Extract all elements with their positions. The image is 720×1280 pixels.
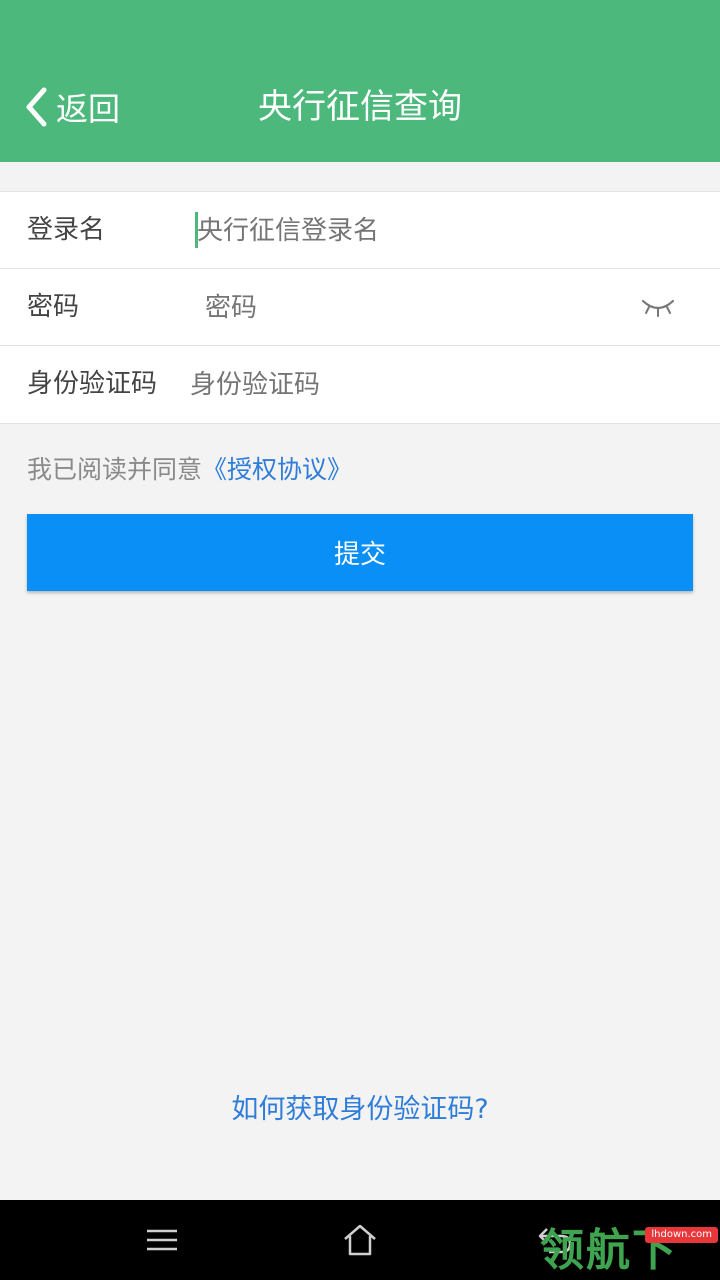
submit-button[interactable]: 提交 (27, 514, 693, 591)
username-input[interactable] (197, 192, 677, 269)
eye-closed-icon[interactable] (640, 295, 676, 323)
username-label: 登录名 (27, 215, 106, 245)
password-label: 密码 (27, 292, 80, 322)
login-form: 登录名 密码 身份验证码 (0, 191, 720, 424)
verify-code-label: 身份验证码 (27, 369, 158, 399)
page-title: 央行征信查询 (258, 87, 462, 127)
agreement-link[interactable]: 《授权协议》 (202, 455, 352, 484)
watermark-tag: lhdown.com (645, 1227, 718, 1243)
agreement-text: 我已阅读并同意 (27, 455, 203, 484)
watermark-logo: 领航下载 lhdown.com (540, 1222, 720, 1280)
verify-code-input[interactable] (190, 346, 670, 423)
password-input[interactable] (205, 269, 605, 346)
menu-icon[interactable] (140, 1220, 184, 1260)
agreement: 我已阅读并同意《授权协议》 (27, 450, 352, 490)
text-cursor (195, 212, 198, 248)
password-row: 密码 (0, 269, 720, 346)
verify-code-row: 身份验证码 (0, 346, 720, 423)
app-header: 返回 央行征信查询 (0, 0, 720, 162)
home-icon[interactable] (338, 1220, 382, 1260)
help-link[interactable]: 如何获取身份验证码? (0, 1090, 720, 1130)
username-row: 登录名 (0, 192, 720, 269)
